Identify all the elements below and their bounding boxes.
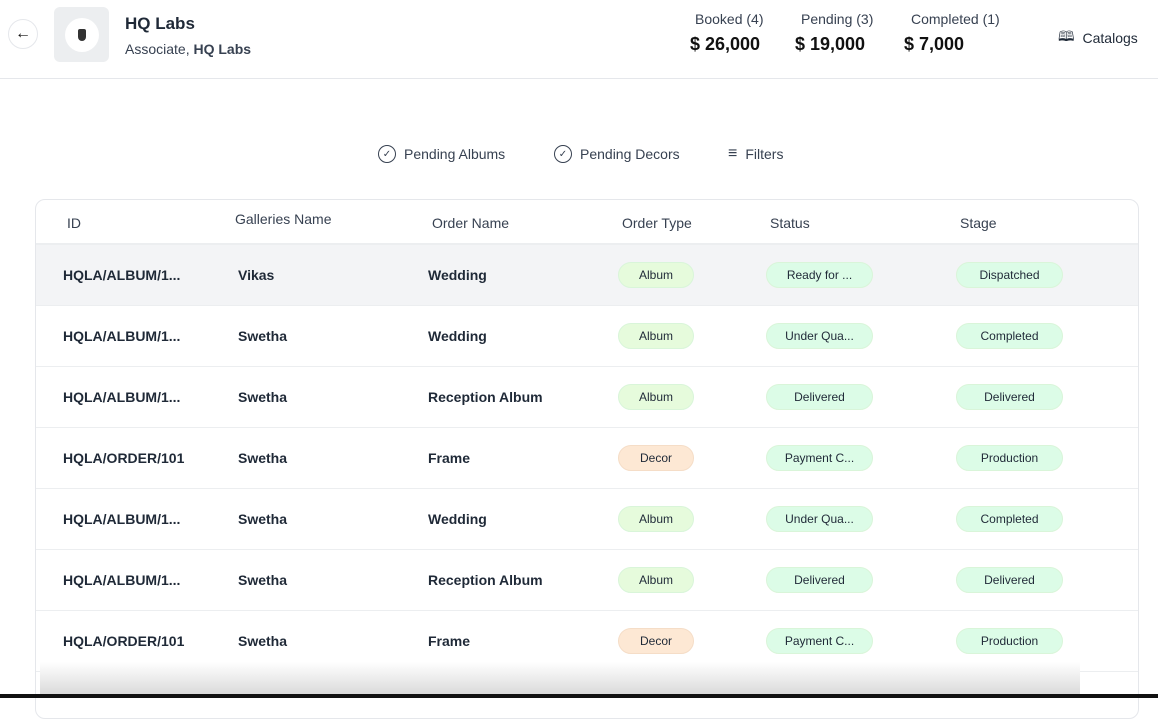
order-name: Wedding bbox=[428, 511, 487, 527]
col-id: ID bbox=[67, 215, 81, 231]
stage-badge: Dispatched bbox=[956, 262, 1063, 288]
gallery-name: Swetha bbox=[238, 572, 288, 588]
arrow-left-icon: ← bbox=[15, 25, 31, 42]
table-row[interactable]: HQLA/ALBUM/1... Swetha Wedding Album Und… bbox=[36, 489, 1138, 550]
order-id: HQLA/ALBUM/1... bbox=[63, 572, 181, 588]
order-name: Frame bbox=[428, 450, 471, 466]
check-circle-icon: ✓ bbox=[554, 145, 572, 163]
stage-badge: Delivered bbox=[956, 384, 1063, 410]
stage-badge: Production bbox=[956, 445, 1063, 471]
status-badge: Under Qua... bbox=[766, 506, 873, 532]
order-id: HQLA/ALBUM/1... bbox=[63, 328, 181, 344]
order-type-badge: Decor bbox=[618, 628, 694, 654]
org-subtitle: Associate, HQ Labs bbox=[125, 41, 252, 57]
order-name: Reception Album bbox=[428, 389, 543, 405]
col-status: Status bbox=[770, 215, 810, 231]
book-icon: 🕮 bbox=[1058, 28, 1075, 44]
order-id: HQLA/ORDER/101 bbox=[63, 450, 185, 466]
table-row[interactable]: HQLA/ALBUM/1... Vikas Wedding Album Read… bbox=[36, 245, 1138, 306]
gallery-name: Swetha bbox=[238, 389, 288, 405]
col-order-type: Order Type bbox=[622, 215, 692, 231]
status-badge: Under Qua... bbox=[766, 323, 873, 349]
table-row[interactable]: HQLA/ALBUM/1... Swetha Reception Album A… bbox=[36, 550, 1138, 611]
pending-albums-filter[interactable]: ✓ Pending Albums bbox=[378, 145, 505, 163]
order-name: Frame bbox=[428, 633, 471, 649]
orders-table: ID Galleries Name Order Name Order Type … bbox=[35, 199, 1139, 719]
table-row[interactable]: HQLA/ALBUM/1... Swetha Reception Album A… bbox=[36, 367, 1138, 428]
order-name: Wedding bbox=[428, 267, 487, 283]
status-badge: Payment C... bbox=[766, 445, 873, 471]
stage-badge: Production bbox=[956, 628, 1063, 654]
order-type-badge: Decor bbox=[618, 445, 694, 471]
catalogs-button[interactable]: 🕮 Catalogs bbox=[1058, 26, 1138, 50]
gallery-name: Swetha bbox=[238, 328, 288, 344]
order-type-badge: Album bbox=[618, 262, 694, 288]
col-gallery: Galleries Name bbox=[235, 211, 332, 227]
gallery-name: Swetha bbox=[238, 511, 288, 527]
filter-icon: ≡ bbox=[728, 145, 738, 162]
status-badge: Payment C... bbox=[766, 628, 873, 654]
order-id: HQLA/ALBUM/1... bbox=[63, 389, 181, 405]
stage-badge: Completed bbox=[956, 506, 1063, 532]
stage-badge: Completed bbox=[956, 323, 1063, 349]
org-logo bbox=[54, 7, 109, 62]
filters-button[interactable]: ≡ Filters bbox=[728, 145, 783, 163]
order-type-badge: Album bbox=[618, 323, 694, 349]
stat-completed: Completed (1) $ 7,000 bbox=[904, 11, 1000, 54]
order-type-badge: Album bbox=[618, 384, 694, 410]
check-circle-icon: ✓ bbox=[378, 145, 396, 163]
org-title: HQ Labs bbox=[125, 14, 195, 33]
order-id: HQLA/ALBUM/1... bbox=[63, 511, 181, 527]
order-id: HQLA/ORDER/101 bbox=[63, 633, 185, 649]
gallery-name: Vikas bbox=[238, 267, 275, 283]
stat-pending: Pending (3) $ 19,000 bbox=[795, 11, 874, 54]
status-badge: Delivered bbox=[766, 567, 873, 593]
col-stage: Stage bbox=[960, 215, 997, 231]
status-badge: Delivered bbox=[766, 384, 873, 410]
table-header: ID Galleries Name Order Name Order Type … bbox=[36, 200, 1138, 245]
gallery-name: Swetha bbox=[238, 450, 288, 466]
order-name: Wedding bbox=[428, 328, 487, 344]
back-button[interactable]: ← bbox=[8, 19, 38, 49]
order-type-badge: Album bbox=[618, 567, 694, 593]
order-name: Reception Album bbox=[428, 572, 543, 588]
order-type-badge: Album bbox=[618, 506, 694, 532]
pending-decors-filter[interactable]: ✓ Pending Decors bbox=[554, 145, 680, 163]
gallery-name: Swetha bbox=[238, 633, 288, 649]
table-row[interactable]: HQLA/ALBUM/1... Swetha Wedding Album Und… bbox=[36, 306, 1138, 367]
col-order-name: Order Name bbox=[432, 215, 510, 231]
status-badge: Ready for ... bbox=[766, 262, 873, 288]
table-row[interactable]: HQLA/ORDER/101 Swetha Frame Decor Paymen… bbox=[36, 428, 1138, 489]
stat-booked: Booked (4) $ 26,000 bbox=[690, 11, 764, 54]
header: ← HQ Labs Associate, HQ Labs Booked (4) $… bbox=[0, 0, 1158, 79]
order-id: HQLA/ALBUM/1... bbox=[63, 267, 181, 283]
stage-badge: Delivered bbox=[956, 567, 1063, 593]
